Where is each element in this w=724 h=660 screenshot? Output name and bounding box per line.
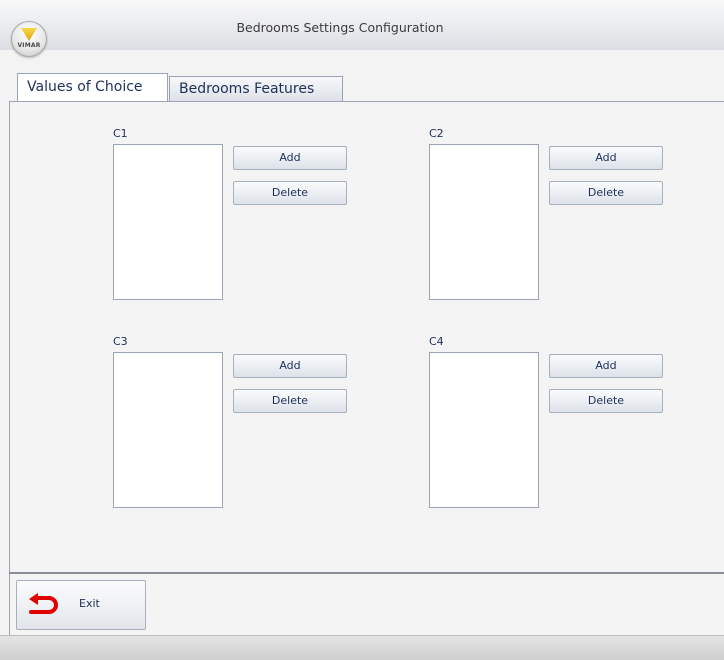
listbox-c2[interactable] bbox=[429, 144, 539, 300]
app-window: Bedrooms Settings Configuration VIMAR Va… bbox=[0, 0, 724, 660]
tab-bedrooms-features[interactable]: Bedrooms Features bbox=[169, 76, 343, 102]
listbox-c3[interactable] bbox=[113, 352, 223, 508]
status-bar bbox=[0, 635, 724, 660]
delete-button-c1[interactable]: Delete bbox=[233, 181, 347, 205]
vimar-logo-icon bbox=[21, 28, 37, 41]
exit-button[interactable]: Exit bbox=[16, 580, 146, 630]
group-label-c3: C3 bbox=[113, 335, 128, 348]
group-label-c2: C2 bbox=[429, 127, 444, 140]
group-label-c1: C1 bbox=[113, 127, 128, 140]
tab-values-of-choice[interactable]: Values of Choice bbox=[17, 73, 168, 101]
add-button-c4[interactable]: Add bbox=[549, 354, 663, 378]
group-label-c4: C4 bbox=[429, 335, 444, 348]
vimar-logo-text: VIMAR bbox=[17, 42, 41, 49]
delete-button-c4[interactable]: Delete bbox=[549, 389, 663, 413]
listbox-c4[interactable] bbox=[429, 352, 539, 508]
title-bar: Bedrooms Settings Configuration bbox=[0, 0, 724, 50]
delete-button-c2[interactable]: Delete bbox=[549, 181, 663, 205]
back-arrow-icon bbox=[29, 593, 58, 614]
exit-label: Exit bbox=[79, 597, 100, 610]
add-button-c1[interactable]: Add bbox=[233, 146, 347, 170]
listbox-c1[interactable] bbox=[113, 144, 223, 300]
delete-button-c3[interactable]: Delete bbox=[233, 389, 347, 413]
window-title: Bedrooms Settings Configuration bbox=[236, 20, 444, 35]
add-button-c3[interactable]: Add bbox=[233, 354, 347, 378]
add-button-c2[interactable]: Add bbox=[549, 146, 663, 170]
app-menu-button[interactable]: VIMAR bbox=[11, 21, 47, 57]
